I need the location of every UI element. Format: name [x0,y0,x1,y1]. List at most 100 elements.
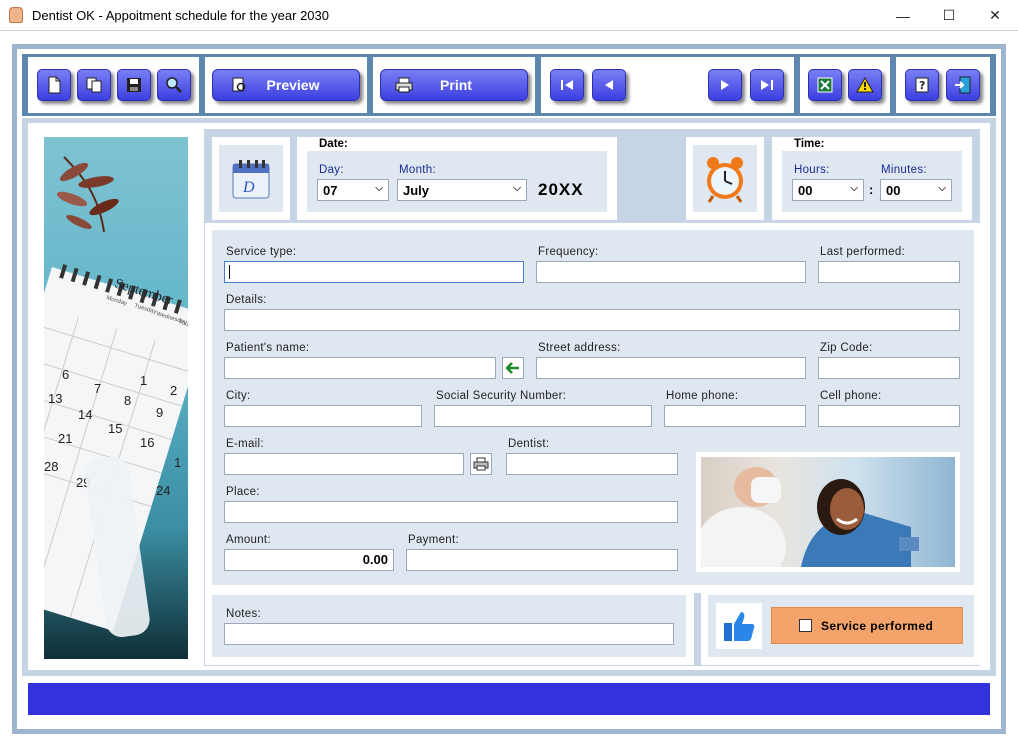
svg-text:7: 7 [94,381,101,396]
frequency-label: Frequency: [538,246,599,258]
ssn-input[interactable] [434,405,652,427]
amount-input[interactable]: 0.00 [224,549,394,571]
svg-text:?: ? [919,79,925,92]
minimize-button[interactable]: — [880,0,926,31]
arrow-left-icon [506,362,519,374]
email-input[interactable] [224,453,464,475]
svg-text:D: D [242,179,255,196]
toolbar-preview-group: Preview [205,57,367,113]
toolbar-help-group: ? [896,57,990,113]
svg-text:24: 24 [156,483,170,498]
maximize-button[interactable]: ☐ [926,0,972,31]
day-select[interactable]: 07 ⌵ [317,179,389,201]
alarm-clock-icon [707,156,743,203]
dentist-input[interactable] [506,453,678,475]
preview-button[interactable]: Preview [212,69,360,101]
notes-label: Notes: [226,608,262,620]
street-address-label: Street address: [538,342,621,354]
svg-text:2: 2 [170,383,177,398]
clock-icon-box [693,145,757,212]
chevron-down-icon: ⌵ [850,183,858,194]
time-separator: : [869,182,874,197]
payment-label: Payment: [408,534,459,546]
svg-text:6: 6 [62,367,69,382]
hours-label: Hours: [794,164,830,176]
calendar-illustration: September Monday Tuesday Wednesday Thu 1… [44,156,188,638]
dentist-photo [701,457,955,567]
next-record-button[interactable] [708,69,742,101]
month-select[interactable]: July ⌵ [397,179,527,201]
preview-icon [232,77,246,92]
service-performed-button[interactable]: Service performed [771,607,963,644]
email-label: E-mail: [226,438,264,450]
minutes-select[interactable]: 00 ⌵ [880,179,952,201]
toolbar-tools-group [800,57,890,113]
send-email-button[interactable] [470,453,492,475]
notes-input[interactable] [224,623,674,645]
city-label: City: [226,390,251,402]
svg-text:16: 16 [140,435,154,450]
floppy-disk-icon [127,78,141,92]
details-input[interactable] [224,309,960,331]
details-label: Details: [226,294,267,306]
last-icon [761,80,773,90]
svg-text:8: 8 [124,393,131,408]
home-phone-label: Home phone: [666,390,739,402]
cell-phone-label: Cell phone: [820,390,882,402]
svg-text:13: 13 [48,391,62,406]
copy-button[interactable] [77,69,111,101]
frequency-input[interactable] [536,261,806,283]
patient-name-label: Patient's name: [226,342,310,354]
dentist-label: Dentist: [508,438,550,450]
previous-record-button[interactable] [592,69,626,101]
time-group-label: Time: [794,138,825,150]
next-icon [721,80,729,90]
svg-text:14: 14 [78,407,92,422]
thumbs-up-icon [724,612,755,641]
print-button[interactable]: Print [380,69,528,101]
warning-icon [856,77,874,93]
calendar-icon: D [232,159,270,198]
service-performed-checkbox[interactable] [799,619,812,632]
new-button[interactable] [37,69,71,101]
excel-export-button[interactable] [808,69,842,101]
text-cursor [229,265,230,279]
copy-icon [86,77,102,93]
warning-button[interactable] [848,69,882,101]
window-title: Dentist OK - Appoitment schedule for the… [32,8,330,23]
zip-code-input[interactable] [818,357,960,379]
place-input[interactable] [224,501,678,523]
city-input[interactable] [224,405,422,427]
date-group-label: Date: [319,138,348,150]
search-button[interactable] [157,69,191,101]
title-bar: Dentist OK - Appoitment schedule for the… [0,0,1018,31]
thumbs-up-box [716,603,762,649]
last-record-button[interactable] [750,69,784,101]
street-address-input[interactable] [536,357,806,379]
place-label: Place: [226,486,260,498]
new-document-icon [48,76,61,94]
help-button[interactable]: ? [905,69,939,101]
chevron-down-icon: ⌵ [513,183,521,194]
zip-code-label: Zip Code: [820,342,873,354]
email-printer-icon [473,457,489,471]
last-performed-label: Last performed: [820,246,906,258]
chevron-down-icon: ⌵ [938,183,946,194]
exit-button[interactable] [946,69,980,101]
hours-select[interactable]: 00 ⌵ [792,179,864,201]
payment-input[interactable] [406,549,678,571]
minutes-label: Minutes: [881,164,927,176]
toolbar-navigation-group [541,57,794,113]
home-phone-input[interactable] [664,405,806,427]
patient-name-input[interactable] [224,357,496,379]
close-button[interactable]: ✕ [972,0,1018,31]
cell-phone-input[interactable] [818,405,960,427]
service-type-input[interactable] [224,261,524,283]
help-icon: ? [915,77,929,93]
app-icon [9,7,23,23]
calendar-icon-box: D [219,145,283,212]
last-performed-input[interactable] [818,261,960,283]
first-record-button[interactable] [550,69,584,101]
save-button[interactable] [117,69,151,101]
copy-name-button[interactable] [502,357,524,379]
